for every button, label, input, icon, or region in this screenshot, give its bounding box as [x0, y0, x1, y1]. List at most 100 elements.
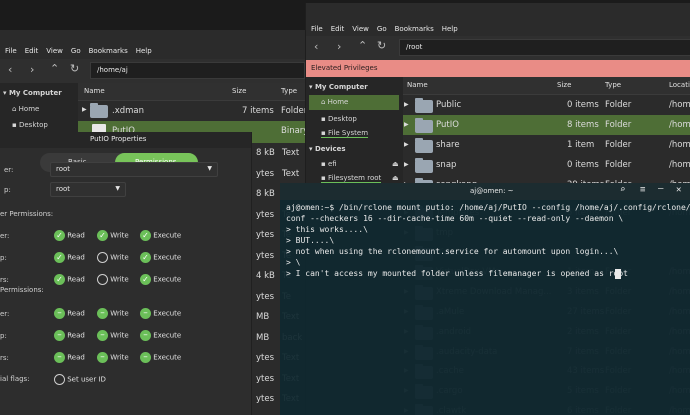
table-row[interactable]: 8 kB Text — [252, 143, 305, 163]
row-type: Binary — [281, 126, 305, 136]
reload-icon[interactable]: ↻ — [70, 62, 79, 75]
terminal-title: aj@omen: ~ — [470, 187, 514, 195]
column-name[interactable]: Name — [407, 81, 428, 89]
column-size[interactable]: Size — [557, 81, 571, 89]
execute-label: Execute — [153, 331, 182, 340]
back-icon[interactable]: ‹ — [8, 63, 12, 76]
menu-edit[interactable]: Edit — [25, 47, 39, 55]
menu-bookmarks[interactable]: Bookmarks — [89, 47, 128, 55]
permission-role-label: p: — [0, 254, 7, 262]
menu-go[interactable]: Go — [377, 25, 387, 33]
table-row[interactable]: ▶ .xdman 7 items Folder — [78, 101, 305, 121]
reload-icon[interactable]: ↻ — [377, 39, 386, 52]
checked-icon: ✓ — [97, 230, 108, 241]
up-icon[interactable]: ⌃ — [358, 39, 367, 52]
column-type[interactable]: Type — [281, 87, 297, 95]
drive-icon: ▪ — [321, 129, 328, 137]
close-icon[interactable]: ✕ — [676, 185, 681, 195]
column-type[interactable]: Type — [605, 81, 621, 89]
read-checkbox[interactable]: ✓ Read — [54, 274, 85, 285]
sidebar-title-label: My Computer — [314, 83, 368, 91]
read-checkbox[interactable]: ✓ Read — [54, 230, 85, 241]
sidebar-title: ▾ My Computer — [309, 83, 368, 91]
write-checkbox[interactable]: – Write — [97, 330, 129, 341]
write-checkbox[interactable]: – Write — [97, 308, 129, 319]
write-checkbox[interactable]: ✓ Write — [97, 230, 129, 241]
execute-checkbox[interactable]: – Execute — [140, 352, 181, 363]
sidebar-title: ▾ My Computer — [3, 89, 62, 97]
eject-icon[interactable]: ⏏ — [392, 174, 399, 182]
up-icon[interactable]: ⌃ — [50, 62, 59, 75]
read-label: Read — [67, 353, 85, 362]
execute-checkbox[interactable]: ✓ Execute — [140, 252, 181, 263]
sidebar-item-home[interactable]: ⌂ Home — [12, 105, 39, 113]
forward-icon[interactable]: › — [30, 63, 34, 76]
execute-checkbox[interactable]: – Execute — [140, 308, 181, 319]
row-type: Text — [282, 148, 300, 158]
device-filesystem-root[interactable]: ▪ Filesystem root — [321, 174, 382, 183]
column-name[interactable]: Name — [84, 87, 105, 95]
minimize-icon[interactable]: ‒ — [658, 184, 663, 194]
menu-help[interactable]: Help — [442, 25, 458, 33]
back-icon[interactable]: ‹ — [314, 40, 318, 53]
table-row[interactable]: ▶ PutIO 8 items Folder/home/ — [403, 115, 690, 135]
menu-icon[interactable]: ≡ — [640, 185, 645, 195]
execute-label: Execute — [153, 253, 182, 262]
column-size[interactable]: Size — [232, 87, 246, 95]
partial-check-icon: – — [97, 330, 108, 341]
unchecked-circle-icon — [97, 274, 108, 285]
table-row[interactable]: ▶ Public 0 items Folder/home/ — [403, 95, 690, 115]
menu-bookmarks[interactable]: Bookmarks — [395, 25, 434, 33]
folder-icon — [90, 103, 108, 118]
row-name: PutIO — [436, 120, 459, 130]
dropdown-arrow-icon: ▼ — [115, 185, 120, 192]
execute-checkbox[interactable]: ✓ Execute — [140, 230, 181, 241]
forward-icon[interactable]: › — [337, 40, 341, 53]
sidebar-item-home[interactable]: ⌂ Home — [309, 95, 399, 110]
left-toolbar: ‹ › ⌃ ↻ /home/aj — [0, 59, 305, 83]
setuid-checkbox[interactable]: Set user ID — [54, 374, 106, 385]
drive-icon: ▪ — [321, 160, 328, 168]
sidebar-item-desktop[interactable]: ▪ Desktop — [321, 115, 357, 123]
search-icon[interactable]: ⌕ — [620, 185, 625, 195]
read-checkbox[interactable]: ✓ Read — [54, 252, 85, 263]
execute-checkbox[interactable]: – Execute — [140, 330, 181, 341]
terminal-titlebar: aj@omen: ~ ⌕ ≡ ‒ ✕ — [280, 183, 690, 200]
table-row[interactable]: ytes Text — [252, 164, 305, 184]
owner-select[interactable]: root ▼ — [50, 162, 218, 177]
row-size: ytes — [256, 168, 275, 179]
row-size: ytes — [256, 250, 275, 261]
desktop-icon: ▪ — [321, 115, 328, 123]
write-checkbox[interactable]: Write — [97, 274, 129, 285]
column-location[interactable]: Location — [669, 81, 690, 89]
execute-checkbox[interactable]: ✓ Execute — [140, 274, 181, 285]
menu-edit[interactable]: Edit — [331, 25, 345, 33]
table-row[interactable]: ▶ share 1 item Folder/home/ — [403, 135, 690, 155]
device-efi[interactable]: ▪ efi — [321, 160, 337, 168]
row-size: ytes — [256, 353, 275, 363]
sidebar-item-filesystem[interactable]: ▪ File System — [321, 129, 369, 138]
write-label: Write — [110, 309, 129, 318]
read-checkbox[interactable]: – Read — [54, 308, 85, 319]
menu-view[interactable]: View — [46, 47, 63, 55]
menu-help[interactable]: Help — [136, 47, 152, 55]
partial-check-icon: – — [54, 330, 65, 341]
read-checkbox[interactable]: – Read — [54, 352, 85, 363]
sidebar-item-desktop[interactable]: ▪ Desktop — [12, 121, 48, 129]
write-checkbox[interactable]: – Write — [97, 352, 129, 363]
eject-icon[interactable]: ⏏ — [392, 160, 399, 168]
row-name: snap — [436, 160, 457, 170]
menu-file[interactable]: File — [5, 47, 17, 55]
row-size: 7 items — [242, 106, 274, 116]
menu-view[interactable]: View — [352, 25, 369, 33]
group-select[interactable]: root ▼ — [50, 182, 126, 197]
right-path-bar[interactable]: /root — [399, 39, 690, 56]
menu-file[interactable]: File — [311, 25, 323, 33]
write-checkbox[interactable]: Write — [97, 252, 129, 263]
desktop-icon: ▪ — [12, 121, 19, 129]
sidebar-item-label: Desktop — [327, 115, 357, 123]
left-path-bar[interactable]: /home/aj — [90, 62, 305, 79]
table-row[interactable]: ▶ snap 0 items Folder/home/ — [403, 155, 690, 175]
menu-go[interactable]: Go — [71, 47, 81, 55]
read-checkbox[interactable]: – Read — [54, 330, 85, 341]
